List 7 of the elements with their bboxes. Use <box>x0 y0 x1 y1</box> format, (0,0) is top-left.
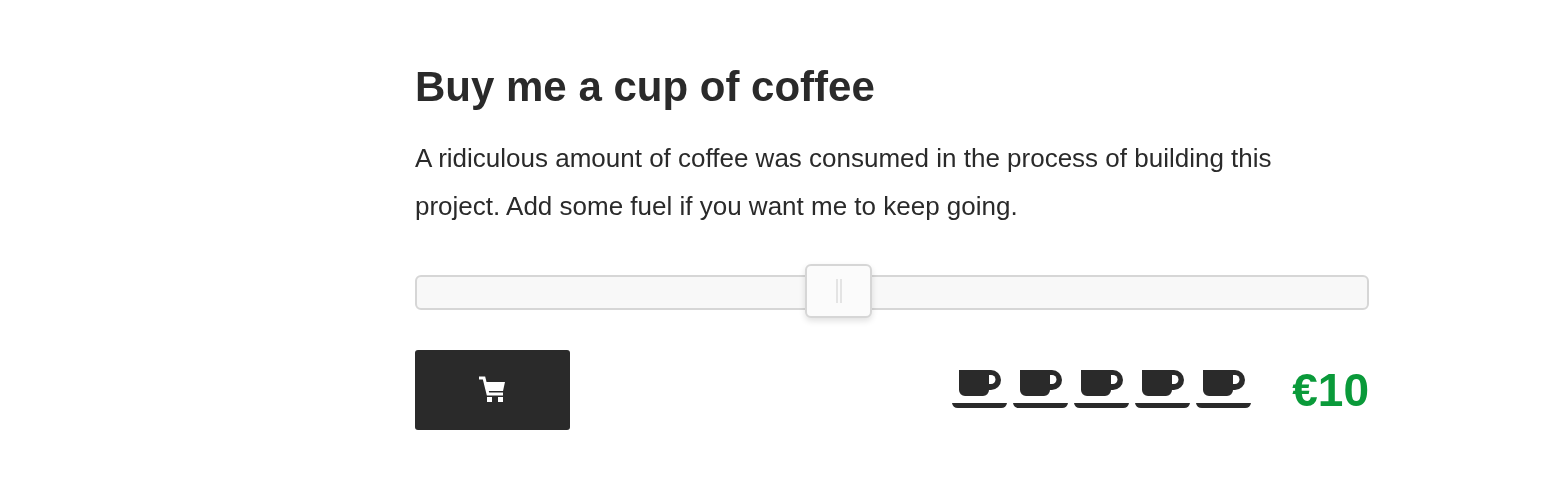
price: €10 <box>1292 367 1369 414</box>
slider-thumb[interactable] <box>805 264 873 319</box>
page-title: Buy me a cup of coffee <box>415 62 876 112</box>
cart-button[interactable] <box>415 350 570 431</box>
cart-icon <box>477 376 508 405</box>
description: A ridiculous amount of coffee was consumed in the process of building this project. Add some fuel if you want me to keep going. <box>415 142 1273 224</box>
slider[interactable] <box>415 264 1369 321</box>
